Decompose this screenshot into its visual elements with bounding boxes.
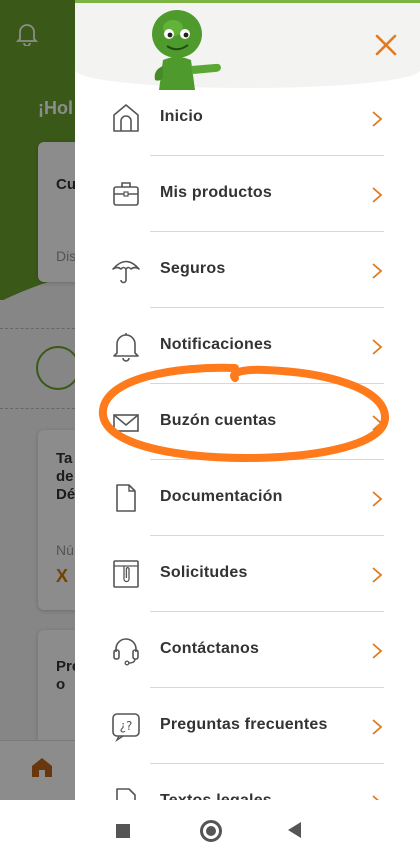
chevron-right-icon: [372, 263, 383, 279]
close-menu-button[interactable]: [371, 30, 401, 60]
chevron-right-icon: [372, 719, 383, 735]
menu-item-label: Seguros: [160, 260, 226, 277]
menu-item-mis-productos[interactable]: Mis productos: [75, 156, 420, 232]
home-button[interactable]: [200, 820, 222, 842]
menu-item-label: Preguntas frecuentes: [160, 716, 328, 733]
menu-item-notificaciones[interactable]: Notificaciones: [75, 308, 420, 384]
menu-list: Inicio Mis productos Seguros Notificacio…: [75, 80, 420, 800]
back-button[interactable]: [288, 822, 301, 838]
envelope-icon: [113, 414, 139, 432]
menu-item-label: Notificaciones: [160, 336, 273, 353]
chevron-right-icon: [372, 491, 383, 507]
menu-item-label: Textos legales: [160, 792, 272, 800]
menu-item-label: Documentación: [160, 488, 283, 505]
svg-text:¿?: ¿?: [120, 719, 133, 733]
home-icon: [113, 104, 139, 132]
chevron-right-icon: [372, 111, 383, 127]
menu-item-seguros[interactable]: Seguros: [75, 232, 420, 308]
menu-header: [75, 0, 420, 88]
chevron-right-icon: [372, 339, 383, 355]
legal-doc-icon: [116, 788, 136, 800]
green-mascot-logo: [152, 10, 221, 90]
bell-icon: [113, 333, 139, 362]
menu-item-label: Inicio: [160, 108, 203, 125]
menu-item-buzon-cuentas[interactable]: Buzón cuentas: [75, 384, 420, 460]
menu-item-label: Contáctanos: [160, 640, 260, 657]
chevron-right-icon: [372, 187, 383, 203]
headset-icon: [113, 638, 139, 666]
menu-item-contactanos[interactable]: Contáctanos: [75, 612, 420, 688]
menu-item-preguntas-frecuentes[interactable]: ¿? Preguntas frecuentes: [75, 688, 420, 764]
menu-top-accent: [75, 0, 420, 3]
chevron-right-icon: [372, 415, 383, 431]
menu-item-label: Mis productos: [160, 184, 272, 201]
side-menu: Inicio Mis productos Seguros Notificacio…: [75, 0, 420, 800]
menu-item-textos-legales[interactable]: Textos legales: [75, 764, 420, 800]
clip-folder-icon: [113, 560, 139, 588]
menu-item-solicitudes[interactable]: Solicitudes: [75, 536, 420, 612]
document-icon: [116, 484, 136, 512]
recent-apps-button[interactable]: [116, 824, 130, 838]
briefcase-icon: [113, 182, 139, 206]
menu-item-inicio[interactable]: Inicio: [75, 80, 420, 156]
menu-item-label: Buzón cuentas: [160, 412, 277, 429]
chevron-right-icon: [372, 643, 383, 659]
system-navigation-bar: [0, 800, 420, 859]
umbrella-icon: [112, 260, 140, 284]
menu-item-documentacion[interactable]: Documentación: [75, 460, 420, 536]
menu-item-label: Solicitudes: [160, 564, 248, 581]
question-bubble-icon: ¿?: [112, 713, 140, 742]
chevron-right-icon: [372, 567, 383, 583]
